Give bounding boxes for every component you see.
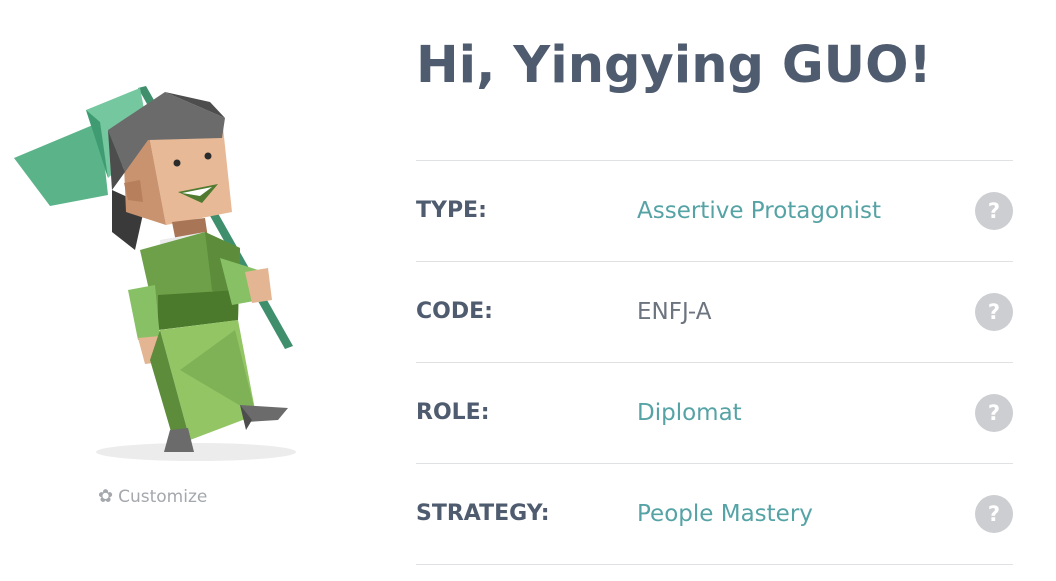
code-value: ENFJ-A — [637, 299, 712, 325]
customize-label: Customize — [118, 487, 208, 507]
row-label: STRATEGY: — [416, 501, 550, 526]
help-icon[interactable]: ? — [975, 394, 1013, 432]
help-icon[interactable]: ? — [975, 495, 1013, 533]
avatar-area: ✿ Customize — [0, 0, 330, 581]
profile-row-code: CODE: ENFJ-A ? — [416, 262, 1013, 363]
profile-page: ✿ Customize Hi, Yingying GUO! TYPE: Asse… — [0, 0, 1056, 581]
role-value-link[interactable]: Diplomat — [637, 363, 742, 463]
customize-link[interactable]: ✿ Customize — [98, 487, 207, 507]
profile-row-role: ROLE: Diplomat ? — [416, 363, 1013, 464]
profile-row-type: TYPE: Assertive Protagonist ? — [416, 161, 1013, 262]
profile-row-strategy: STRATEGY: People Mastery ? — [416, 464, 1013, 565]
profile-details: TYPE: Assertive Protagonist ? CODE: ENFJ… — [416, 160, 1013, 565]
strategy-value-link[interactable]: People Mastery — [637, 464, 813, 564]
row-label: CODE: — [416, 299, 493, 324]
help-icon[interactable]: ? — [975, 192, 1013, 230]
help-icon[interactable]: ? — [975, 293, 1013, 331]
page-title: Hi, Yingying GUO! — [416, 36, 932, 95]
row-label: TYPE: — [416, 198, 487, 223]
type-value-link[interactable]: Assertive Protagonist — [637, 161, 881, 261]
avatar-illustration — [14, 86, 296, 461]
row-label: ROLE: — [416, 400, 490, 425]
gear-icon: ✿ — [98, 486, 114, 507]
